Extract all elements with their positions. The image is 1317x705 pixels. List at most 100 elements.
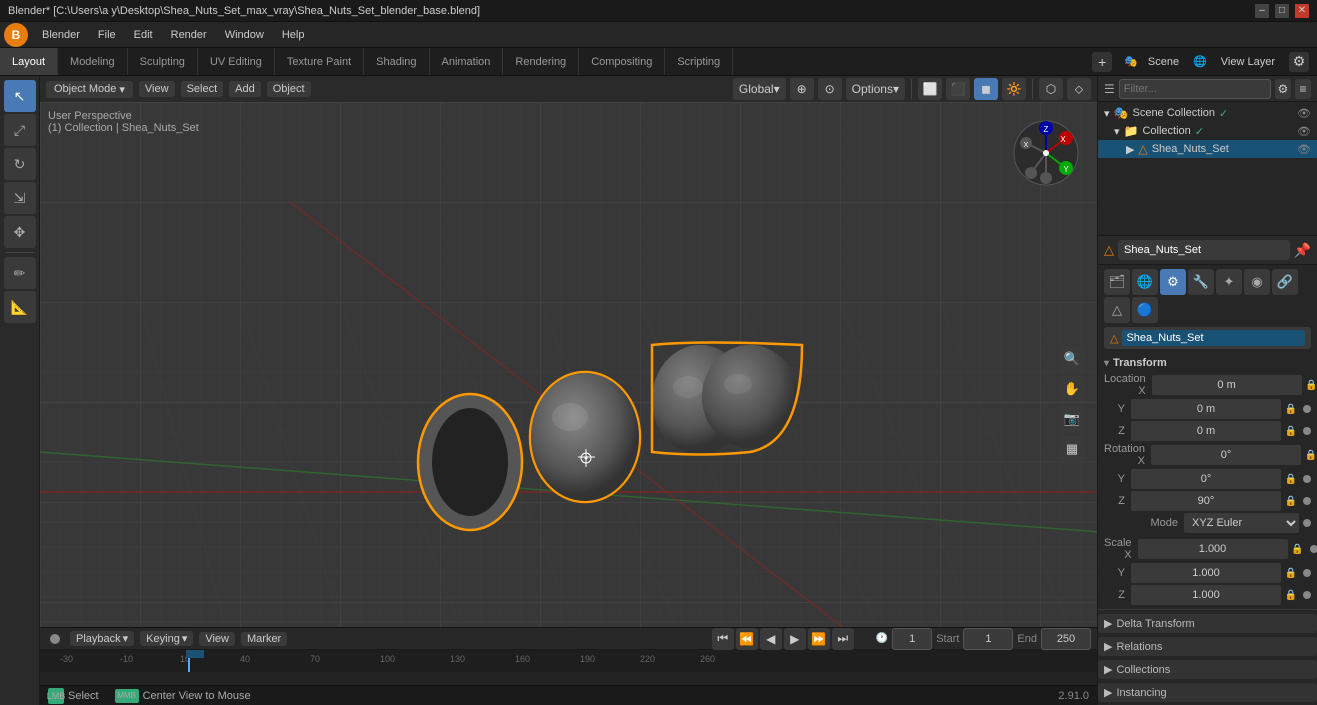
end-frame-input[interactable]: 250 (1041, 628, 1091, 650)
viewport-add-button[interactable]: Add (229, 81, 261, 97)
menu-window[interactable]: Window (217, 27, 272, 43)
transform-section-header[interactable]: ▾ Transform (1104, 353, 1311, 373)
properties-pin-button[interactable]: 📌 (1294, 242, 1311, 259)
tab-layout[interactable]: Layout (0, 48, 58, 75)
location-z-input[interactable]: 0 m (1131, 421, 1281, 441)
viewlayer-options-button[interactable]: ⚙ (1289, 52, 1309, 72)
tab-scripting[interactable]: Scripting (665, 48, 733, 75)
viewlayer-label[interactable]: View Layer (1215, 56, 1281, 68)
viewport-canvas[interactable]: User Perspective (1) Collection | Shea_N… (40, 102, 1097, 705)
jump-start-button[interactable]: ⏮ (712, 628, 734, 650)
tab-shading[interactable]: Shading (364, 48, 429, 75)
jump-end-button[interactable]: ⏭ (832, 628, 854, 650)
rotation-mode-select[interactable]: XYZ Euler (1184, 513, 1299, 533)
menu-edit[interactable]: Edit (126, 27, 161, 43)
xray-button[interactable]: ⬦ (1067, 78, 1091, 100)
world-props-tab[interactable]: 🌐 (1132, 269, 1158, 295)
outliner-collection[interactable]: ▾ 📁 Collection ✓ 👁 (1098, 122, 1317, 140)
outliner-filter-button[interactable]: ⚙ (1275, 79, 1291, 99)
marker-button[interactable]: Marker (241, 632, 287, 646)
playback-button[interactable]: Playback ▾ (70, 631, 134, 646)
location-x-input[interactable]: 0 m (1152, 375, 1302, 395)
overlay-button[interactable]: ⬡ (1039, 78, 1063, 100)
viewport-select-button[interactable]: Select (181, 81, 224, 97)
menu-help[interactable]: Help (274, 27, 313, 43)
rotate-tool-button[interactable]: ↻ (4, 148, 36, 180)
viewport-zoom-button[interactable]: 🔍 (1059, 346, 1085, 372)
scene-label[interactable]: Scene (1142, 56, 1185, 68)
rotation-z-input[interactable]: 90° (1131, 491, 1281, 511)
scale-x-lock-button[interactable]: 🔒 (1290, 541, 1306, 557)
relations-header[interactable]: ▶ Relations (1098, 637, 1317, 656)
scene-collection-eye-icon[interactable]: 👁 (1297, 107, 1311, 120)
tab-modeling[interactable]: Modeling (58, 48, 128, 75)
maximize-button[interactable]: □ (1275, 4, 1289, 18)
annotate-tool-button[interactable]: ✏ (4, 257, 36, 289)
scene-props-tab[interactable]: 🗂 (1104, 269, 1130, 295)
transform-tool-button[interactable]: ✥ (4, 216, 36, 248)
collection-check-icon[interactable]: ✓ (1195, 125, 1204, 138)
solid-shading-button[interactable]: ⬛ (946, 78, 970, 100)
outliner-search-input[interactable] (1119, 79, 1271, 99)
timeline-view-button[interactable]: View (199, 632, 235, 646)
scale-x-input[interactable]: 1.000 (1138, 539, 1288, 559)
physics-props-tab[interactable]: ◉ (1244, 269, 1270, 295)
viewport-view-button[interactable]: View (139, 81, 175, 97)
viewport-object-button[interactable]: Object (267, 81, 311, 97)
tab-rendering[interactable]: Rendering (503, 48, 579, 75)
tab-compositing[interactable]: Compositing (579, 48, 665, 75)
move-tool-button[interactable]: ⤢ (4, 114, 36, 146)
start-frame-input[interactable]: 1 (963, 628, 1013, 650)
outliner-menu-icon[interactable]: ☰ (1104, 82, 1115, 96)
instancing-header[interactable]: ▶ Instancing (1098, 683, 1317, 702)
timeline-track[interactable]: -30 -10 10 40 70 100 130 160 190 220 260 (40, 650, 1097, 672)
particles-props-tab[interactable]: ✦ (1216, 269, 1242, 295)
add-workspace-button[interactable]: + (1092, 52, 1112, 72)
location-z-lock-button[interactable]: 🔒 (1283, 423, 1299, 439)
tab-animation[interactable]: Animation (430, 48, 504, 75)
menu-file[interactable]: File (90, 27, 124, 43)
material-props-tab[interactable]: 🔵 (1132, 297, 1158, 323)
outliner-scene-collection[interactable]: ▾ 🎭 Scene Collection ✓ 👁 (1098, 104, 1317, 122)
measure-tool-button[interactable]: 📐 (4, 291, 36, 323)
constraints-props-tab[interactable]: 🔗 (1272, 269, 1298, 295)
modifier-props-tab[interactable]: 🔧 (1188, 269, 1214, 295)
viewport-container[interactable]: Object Mode ▾ View Select Add Object Glo… (40, 76, 1097, 705)
play-button[interactable]: ▶ (784, 628, 806, 650)
proportional-edit-button[interactable]: ⊙ (818, 78, 842, 100)
scale-z-lock-button[interactable]: 🔒 (1283, 587, 1299, 603)
tab-sculpting[interactable]: Sculpting (128, 48, 198, 75)
scale-y-lock-button[interactable]: 🔒 (1283, 565, 1299, 581)
location-y-lock-button[interactable]: 🔒 (1283, 401, 1299, 417)
outliner-sync-button[interactable]: ≡ (1295, 79, 1311, 99)
outliner-shea-nuts-set[interactable]: ▶ △ Shea_Nuts_Set 👁 (1098, 140, 1317, 158)
location-y-input[interactable]: 0 m (1131, 399, 1281, 419)
rotation-x-input[interactable]: 0° (1151, 445, 1301, 465)
menu-blender[interactable]: Blender (34, 27, 88, 43)
viewport-ortho-button[interactable]: ▦ (1059, 436, 1085, 462)
next-frame-button[interactable]: ⏩ (808, 628, 830, 650)
close-button[interactable]: ✕ (1295, 4, 1309, 18)
viewport-camera-button[interactable]: 📷 (1059, 406, 1085, 432)
rendered-shading-button[interactable]: 🔆 (1002, 78, 1026, 100)
rotation-y-input[interactable]: 0° (1131, 469, 1281, 489)
location-x-lock-button[interactable]: 🔒 (1304, 377, 1317, 393)
cursor-tool-button[interactable]: ↖ (4, 80, 36, 112)
collections-header[interactable]: ▶ Collections (1098, 660, 1317, 679)
rotation-z-lock-button[interactable]: 🔒 (1283, 493, 1299, 509)
data-props-tab[interactable]: △ (1104, 297, 1130, 323)
collection-eye-icon[interactable]: 👁 (1297, 125, 1311, 138)
scale-y-input[interactable]: 1.000 (1131, 563, 1281, 583)
snap-button[interactable]: ⊕ (790, 78, 814, 100)
viewport-pan-button[interactable]: ✋ (1059, 376, 1085, 402)
current-frame-input[interactable]: 1 (892, 628, 932, 650)
scale-z-input[interactable]: 1.000 (1131, 585, 1281, 605)
rotation-x-lock-button[interactable]: 🔒 (1303, 447, 1317, 463)
menu-render[interactable]: Render (163, 27, 215, 43)
tab-texture-paint[interactable]: Texture Paint (275, 48, 364, 75)
scene-collection-check-icon[interactable]: ✓ (1219, 107, 1228, 120)
viewport-mode-button[interactable]: Object Mode ▾ (46, 81, 133, 98)
wireframe-shading-button[interactable]: ⬜ (918, 78, 942, 100)
material-shading-button[interactable]: ◼ (974, 78, 998, 100)
scale-tool-button[interactable]: ⇲ (4, 182, 36, 214)
